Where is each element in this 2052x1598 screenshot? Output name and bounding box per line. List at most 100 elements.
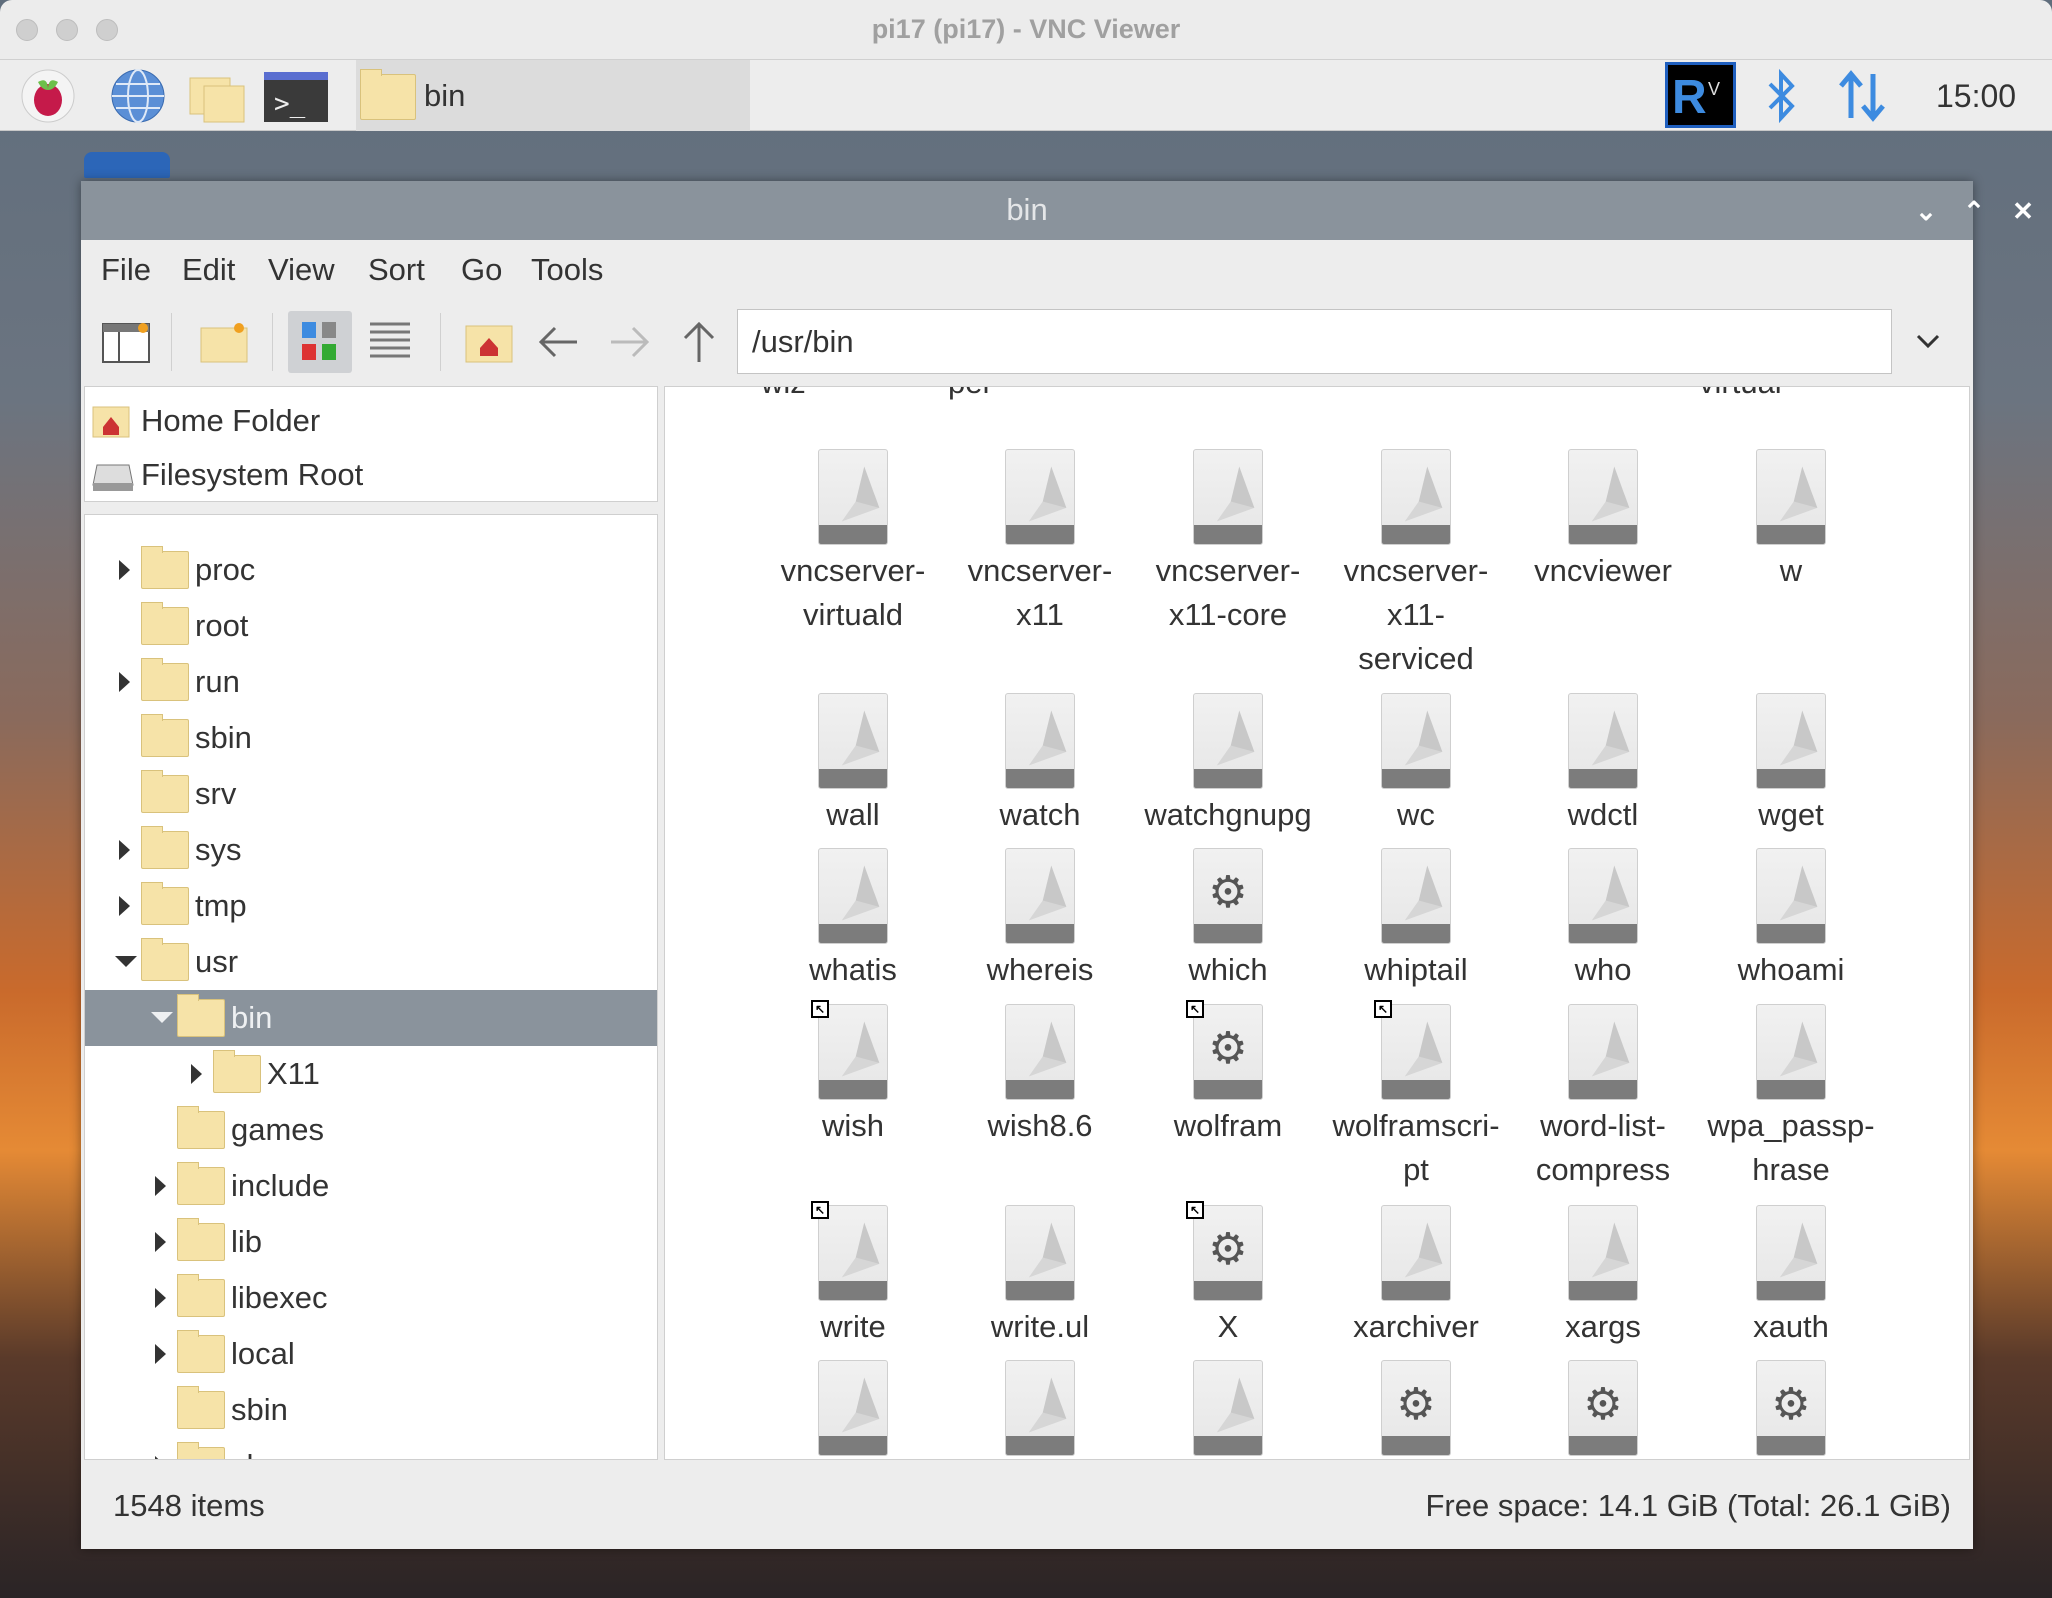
- tree-item-sbin[interactable]: sbin: [85, 1382, 657, 1438]
- collapsed-arrow-icon[interactable]: [119, 560, 130, 580]
- tree-item-label: share: [231, 1448, 309, 1459]
- terminal-icon[interactable]: >_: [264, 68, 328, 124]
- back-button[interactable]: [527, 311, 591, 373]
- collapsed-arrow-icon[interactable]: [155, 1176, 166, 1196]
- script-file-icon: [1193, 449, 1263, 545]
- tree-item-label: X11: [267, 1056, 320, 1091]
- file-label: wish8.6: [987, 1108, 1093, 1143]
- tree-item-local[interactable]: local: [85, 1326, 657, 1382]
- file-label: wdctl: [1567, 797, 1639, 832]
- window-title: bin: [1006, 192, 1048, 227]
- menu-tools[interactable]: Tools: [531, 252, 603, 288]
- new-window-button[interactable]: [94, 311, 158, 373]
- new-tab-button[interactable]: [192, 311, 256, 373]
- menu-bar: File Edit View Sort Go Tools: [81, 240, 1973, 301]
- place-label: Home Folder: [141, 403, 321, 438]
- menu-view[interactable]: View: [268, 252, 335, 288]
- menu-file[interactable]: File: [101, 252, 151, 288]
- script-file-icon: [1381, 1004, 1451, 1100]
- tree-item-bin[interactable]: bin: [85, 990, 657, 1046]
- desktop-icon[interactable]: [84, 152, 170, 178]
- file-label[interactable]: per: [948, 387, 1132, 405]
- up-button[interactable]: [667, 311, 731, 373]
- home-icon: [92, 406, 130, 438]
- symlink-icon: ↖: [1186, 1201, 1204, 1219]
- place-filesystem-root[interactable]: Filesystem Root: [91, 451, 363, 499]
- bluetooth-icon[interactable]: [1762, 68, 1818, 124]
- tree-item-usr[interactable]: usr: [85, 934, 657, 990]
- menu-edit[interactable]: Edit: [182, 252, 235, 288]
- status-bar: 1548 items Free space: 14.1 GiB (Total: …: [81, 1460, 1973, 1549]
- collapsed-arrow-icon[interactable]: [191, 1064, 202, 1084]
- file-label: vncserver- x11- serviced: [1343, 553, 1489, 676]
- script-file-icon: [1756, 449, 1826, 545]
- script-file-icon: [818, 1360, 888, 1456]
- file-label: xarchiver: [1353, 1309, 1479, 1344]
- home-button[interactable]: [457, 311, 521, 373]
- web-browser-icon[interactable]: [110, 68, 166, 124]
- collapsed-arrow-icon[interactable]: [155, 1232, 166, 1252]
- expanded-arrow-icon[interactable]: [115, 956, 137, 967]
- file-label: write: [820, 1309, 886, 1344]
- collapsed-arrow-icon[interactable]: [155, 1344, 166, 1364]
- icon-view-button[interactable]: [288, 311, 352, 373]
- folder-icon: [141, 546, 189, 589]
- file-label: wish: [821, 1108, 884, 1143]
- vnc-window-title: pi17 (pi17) - VNC Viewer: [871, 14, 1181, 44]
- tree-item-label: games: [231, 1112, 325, 1147]
- tree-item-sbin[interactable]: sbin: [85, 710, 657, 766]
- tree-item-proc[interactable]: proc: [85, 542, 657, 598]
- new-folder-icon: [200, 323, 248, 363]
- collapsed-arrow-icon[interactable]: [119, 672, 130, 692]
- tree-item-lib[interactable]: lib: [85, 1214, 657, 1270]
- script-file-icon: [1005, 693, 1075, 789]
- tree-item-games[interactable]: games: [85, 1102, 657, 1158]
- file-label: xauth: [1753, 1309, 1829, 1344]
- place-home-folder[interactable]: Home Folder: [91, 397, 320, 445]
- raspberry-menu-icon[interactable]: [20, 68, 76, 124]
- network-icon[interactable]: [1835, 68, 1891, 124]
- tree-item-run[interactable]: run: [85, 654, 657, 710]
- collapsed-arrow-icon[interactable]: [119, 840, 130, 860]
- minimize-button[interactable]: ⌄: [1908, 193, 1944, 229]
- svg-text:R: R: [1672, 71, 1707, 124]
- vnc-icon[interactable]: RV: [1665, 62, 1736, 128]
- folder-icon: [177, 1442, 225, 1459]
- file-label[interactable]: wiz: [761, 387, 945, 405]
- folder-icon: [177, 1106, 225, 1149]
- clock: 15:00: [1936, 78, 2017, 114]
- file-label: vncserver- virtuald: [780, 553, 926, 632]
- path-input[interactable]: /usr/bin: [737, 309, 1892, 374]
- path-history-dropdown[interactable]: [1896, 311, 1960, 373]
- executable-gear-icon: ⚙: [1381, 1360, 1451, 1456]
- folder-icon: [177, 1274, 225, 1317]
- tree-item-share[interactable]: share: [85, 1438, 657, 1459]
- script-file-icon: [1756, 1205, 1826, 1301]
- expanded-arrow-icon[interactable]: [151, 1012, 173, 1023]
- tree-item-srv[interactable]: srv: [85, 766, 657, 822]
- menu-sort[interactable]: Sort: [368, 252, 425, 288]
- tree-item-libexec[interactable]: libexec: [85, 1270, 657, 1326]
- collapsed-arrow-icon[interactable]: [119, 896, 130, 916]
- close-button[interactable]: ✕: [2005, 193, 2041, 229]
- collapsed-arrow-icon[interactable]: [155, 1288, 166, 1308]
- forward-button[interactable]: [597, 311, 661, 373]
- file-manager-icon[interactable]: [188, 68, 245, 124]
- executable-gear-icon: ⚙: [1193, 1205, 1263, 1301]
- window-titlebar: bin ⌄ ⌃ ✕: [81, 181, 2034, 240]
- tree-item-sys[interactable]: sys: [85, 822, 657, 878]
- tree-item-x11[interactable]: X11: [85, 1046, 657, 1102]
- script-file-icon: [1005, 1205, 1075, 1301]
- tree-item-tmp[interactable]: tmp: [85, 878, 657, 934]
- file-icon-view[interactable]: wizper virtual vncserver- virtuald vncserve…: [664, 386, 1970, 1460]
- tree-item-root[interactable]: root: [85, 598, 657, 654]
- file-label: who: [1574, 952, 1632, 987]
- directory-tree[interactable]: proc root run sbin srv sys tmp usr bin X11 games in…: [84, 514, 658, 1460]
- tree-item-include[interactable]: include: [85, 1158, 657, 1214]
- maximize-button[interactable]: ⌃: [1956, 193, 1992, 229]
- file-label[interactable]: virtual: [1699, 387, 1883, 405]
- taskbar-window-button-bin[interactable]: bin: [356, 60, 750, 131]
- tree-item-label: include: [231, 1168, 330, 1203]
- menu-go[interactable]: Go: [461, 252, 502, 288]
- list-view-button[interactable]: [358, 311, 422, 373]
